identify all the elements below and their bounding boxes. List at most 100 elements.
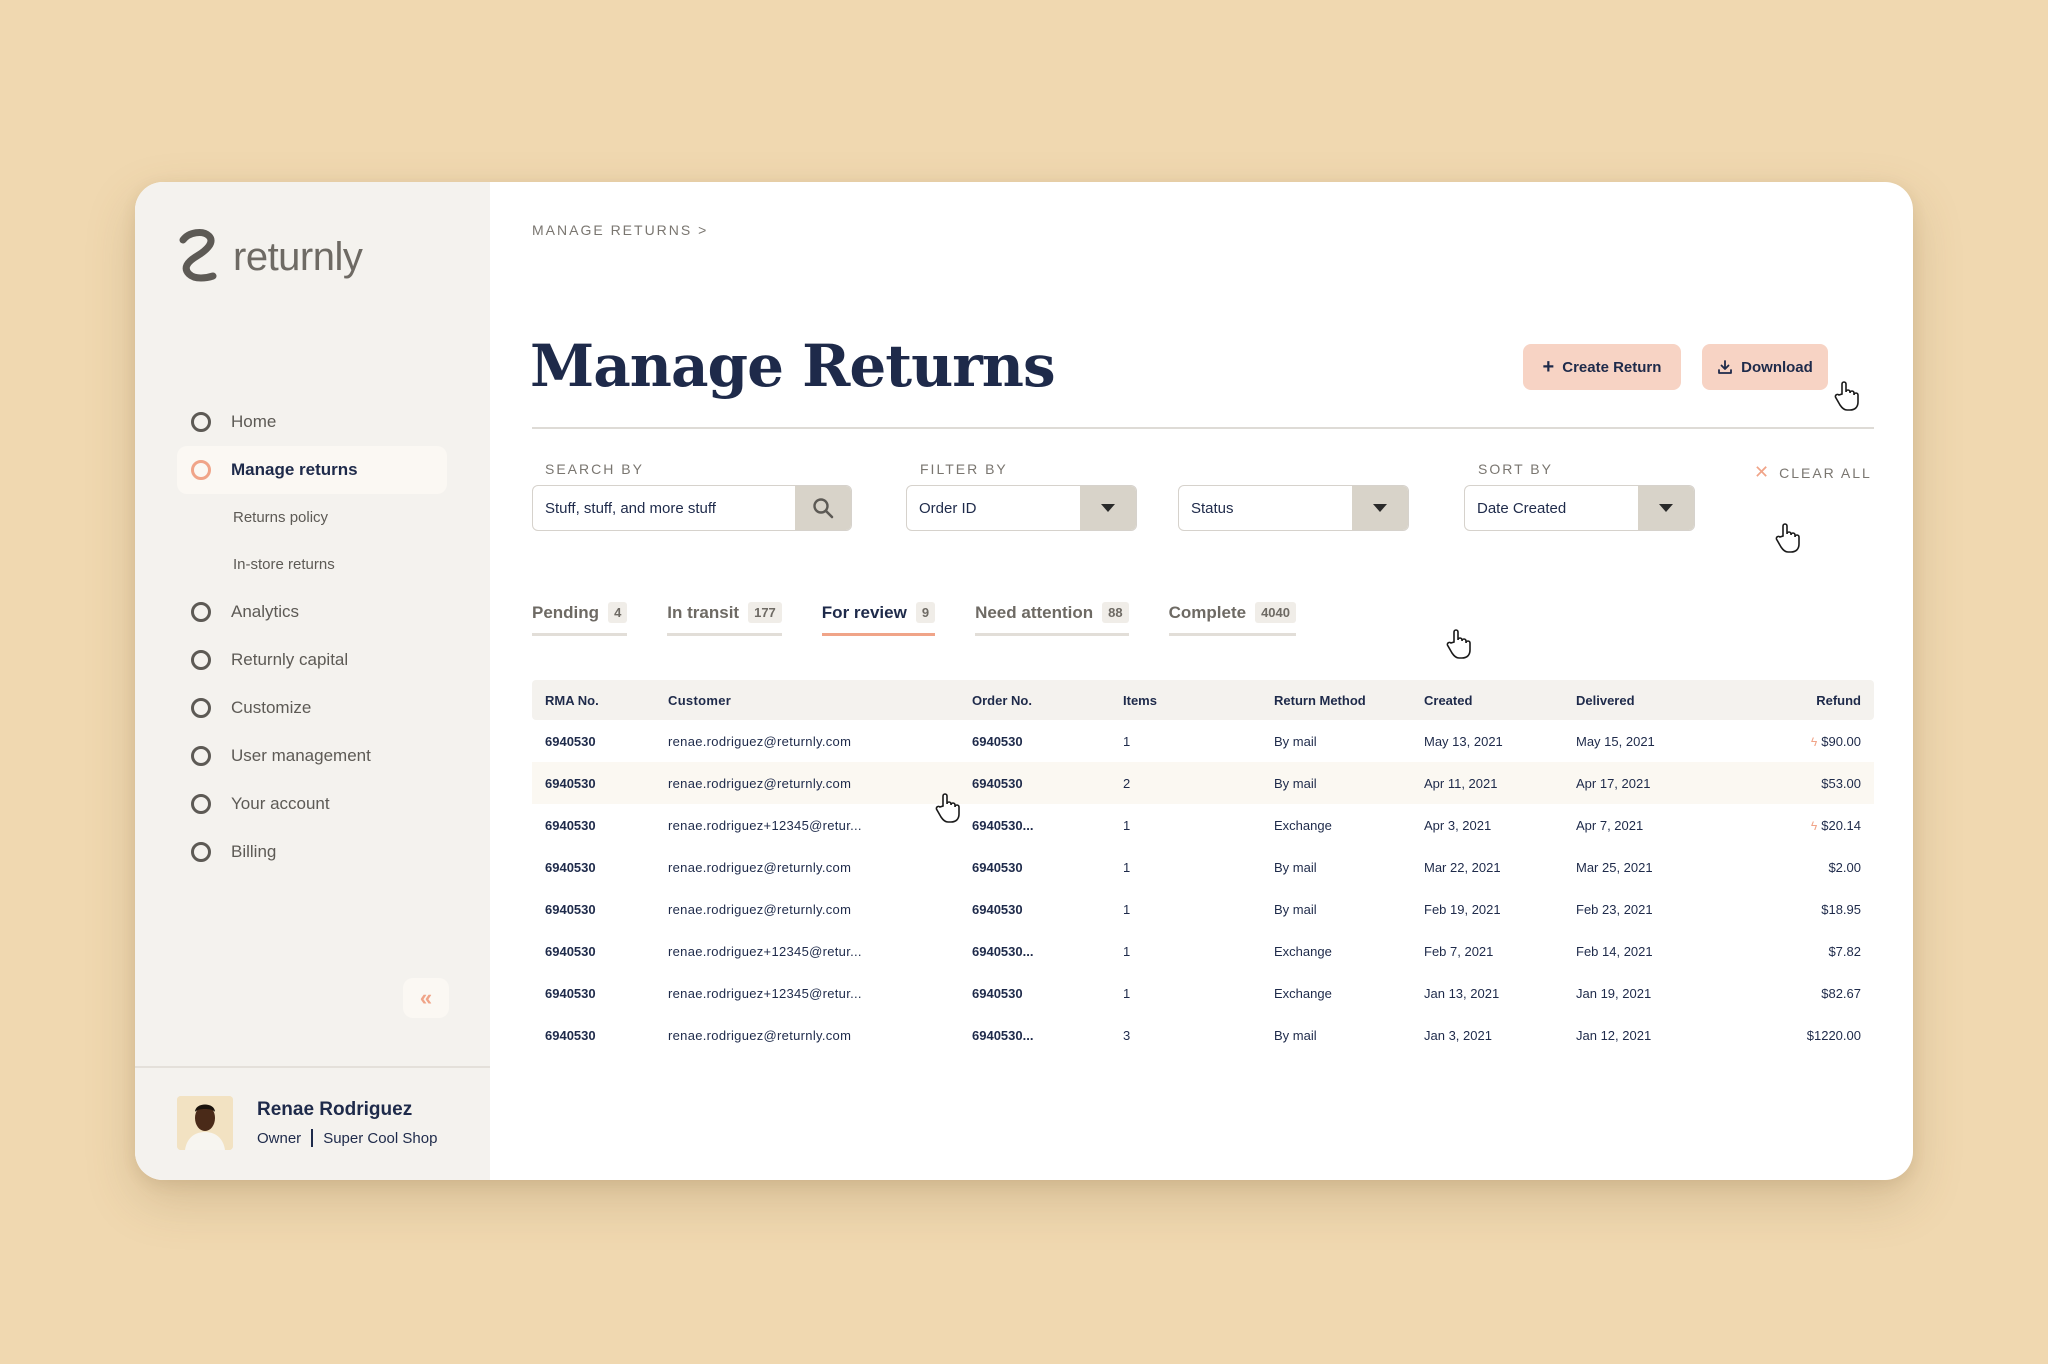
cell-created: Feb 7, 2021 [1424,944,1576,959]
create-return-button[interactable]: + Create Return [1523,344,1681,390]
sidebar-item-returnly-capital[interactable]: Returnly capital [177,636,447,684]
cell-delivered: Apr 17, 2021 [1576,776,1746,791]
cell-delivered: Jan 19, 2021 [1576,986,1746,1001]
cell-customer: renae.rodriguez+12345@retur... [668,818,972,833]
sidebar-item-label: Returns policy [233,509,329,526]
cell-return-method: Exchange [1274,818,1424,833]
tab-count-badge: 88 [1102,602,1129,623]
lightning-icon: ϟ [1810,818,1818,833]
tab-label: Need attention [975,602,1094,622]
cell-refund: $18.95 [1746,902,1874,917]
clear-all-button[interactable]: ✕ CLEAR ALL [1754,462,1872,483]
meta-separator [311,1129,314,1147]
sidebar-item-billing[interactable]: Billing [177,828,447,876]
plus-icon: + [1542,356,1555,378]
column-header-items[interactable]: Items [1123,693,1274,708]
cell-value: Feb 19, 2021 [1424,901,1501,917]
cell-value: $18.95 [1821,901,1861,917]
sidebar-subitem-in-store-returns[interactable]: In-store returns [177,541,447,588]
order-id-dropdown-button[interactable] [1080,486,1136,530]
cell-items: 2 [1123,776,1274,791]
table-row[interactable]: 6940530 renae.rodriguez+12345@retur... 694… [532,972,1874,1014]
cell-customer: renae.rodriguez@returnly.com [668,902,972,917]
cell-return-method: Exchange [1274,986,1424,1001]
sort-dropdown-button[interactable] [1638,486,1694,530]
status-select[interactable]: Status [1178,485,1409,531]
logo[interactable]: returnly [177,226,363,288]
cell-order-number: 6940530 [972,986,1123,1001]
sort-select[interactable]: Date Created [1464,485,1695,531]
table-row[interactable]: 6940530 renae.rodriguez+12345@retur... 694… [532,930,1874,972]
tab-for-review[interactable]: For review 9 [821,602,936,636]
cell-rma-number: 6940530 [532,734,668,749]
cell-value: 6940530... [972,1027,1034,1043]
column-header-created[interactable]: Created [1424,693,1576,708]
column-header-delivered[interactable]: Delivered [1576,693,1746,708]
page-title: Manage Returns [530,332,1056,400]
sort-value: Date Created [1477,499,1567,517]
cell-customer: renae.rodriguez@returnly.com [668,776,972,791]
table-row[interactable]: 6940530 renae.rodriguez+12345@retur... 694… [532,804,1874,846]
sidebar-item-customize[interactable]: Customize [177,684,447,732]
table-row[interactable]: 6940530 renae.rodriguez@returnly.com 69405… [532,762,1874,804]
cell-value: Jan 12, 2021 [1576,1027,1652,1043]
cell-value: $2.00 [1828,859,1861,875]
download-button[interactable]: Download [1702,344,1828,390]
status-dropdown-button[interactable] [1352,486,1408,530]
tab-label: Pending [532,602,600,622]
cell-value: $53.00 [1821,775,1861,791]
cell-items: 1 [1123,902,1274,917]
circle-icon [191,794,211,814]
cell-value: By mail [1274,775,1317,791]
sidebar-item-label: Returnly capital [231,650,349,669]
search-field [532,485,852,531]
table-row[interactable]: 6940530 renae.rodriguez@returnly.com 69405… [532,1014,1874,1056]
tab-pending[interactable]: Pending 4 [532,602,628,636]
column-header-customer[interactable]: Customer [668,693,972,708]
sidebar-item-analytics[interactable]: Analytics [177,588,447,636]
tab-complete[interactable]: Complete 4040 [1168,602,1296,636]
sidebar-item-label: In-store returns [233,556,335,573]
cell-value: 1 [1123,943,1131,959]
cell-value: Jan 19, 2021 [1576,985,1652,1001]
main-content: MANAGE RETURNS > Manage Returns + Create… [490,182,1913,1180]
table-row[interactable]: 6940530 renae.rodriguez@returnly.com 69405… [532,846,1874,888]
sidebar-subitem-returns-policy[interactable]: Returns policy [177,494,447,541]
search-input[interactable] [533,499,795,517]
tab-need-attention[interactable]: Need attention 88 [975,602,1129,636]
column-header-order-number[interactable]: Order No. [972,693,1123,708]
cell-value: $7.82 [1828,943,1861,959]
avatar [177,1096,233,1150]
tab-in-transit[interactable]: In transit 177 [667,602,782,636]
table-row[interactable]: 6940530 renae.rodriguez@returnly.com 69405… [532,720,1874,762]
search-button[interactable] [795,486,851,530]
sidebar-item-user-management[interactable]: User management [177,732,447,780]
sidebar-item-manage-returns[interactable]: Manage returns [177,446,447,494]
cell-return-method: By mail [1274,734,1424,749]
cell-items: 1 [1123,860,1274,875]
tab-count-badge: 4 [608,602,628,623]
cell-value: 6940530 [972,733,1023,749]
cell-value: May 15, 2021 [1576,733,1655,749]
user-profile[interactable]: Renae Rodriguez Owner Super Cool Shop [177,1096,437,1150]
filter-by-label: FILTER BY [920,461,1008,477]
column-header-rma-number[interactable]: RMA No. [532,693,668,708]
collapse-sidebar-button[interactable]: « [403,978,449,1018]
order-id-select[interactable]: Order ID [906,485,1137,531]
breadcrumb[interactable]: MANAGE RETURNS > [532,222,708,238]
cell-refund: ϟ $90.00 [1746,734,1874,749]
column-header-refund[interactable]: Refund [1746,693,1874,708]
cell-order-number: 6940530 [972,776,1123,791]
cell-created: Apr 11, 2021 [1424,776,1576,791]
status-tabs: Pending 4 In transit 177 For review 9 Need att… [532,602,1336,636]
sidebar-item-home[interactable]: Home [177,398,447,446]
cell-rma-number: 6940530 [532,902,668,917]
cell-value: Mar 25, 2021 [1576,859,1653,875]
cell-rma-number: 6940530 [532,1028,668,1043]
cell-value: 6940530 [972,985,1023,1001]
cell-value: 6940530 [972,859,1023,875]
column-header-return-method[interactable]: Return Method [1274,693,1424,708]
tab-count-badge: 4040 [1255,602,1296,623]
table-row[interactable]: 6940530 renae.rodriguez@returnly.com 69405… [532,888,1874,930]
sidebar-item-your-account[interactable]: Your account [177,780,447,828]
